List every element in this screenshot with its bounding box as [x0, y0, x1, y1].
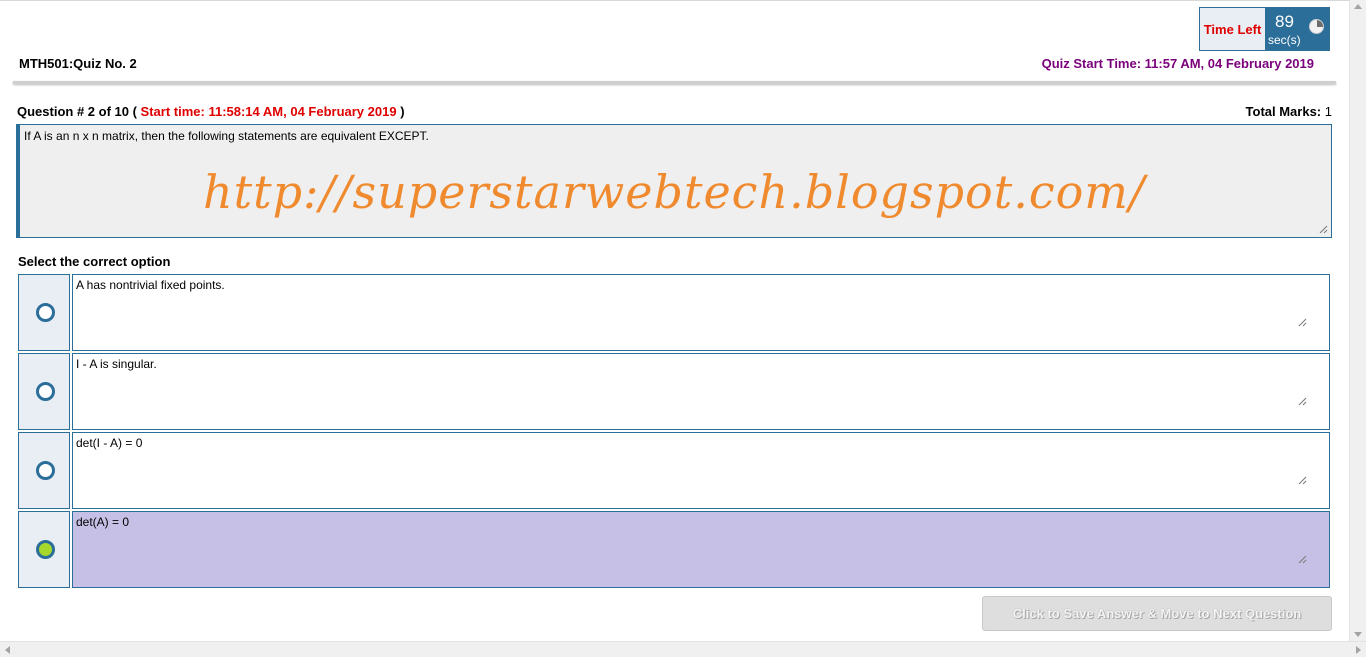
- time-left-seconds: 89: [1275, 12, 1294, 31]
- question-textarea[interactable]: If A is an n x n matrix, then the follow…: [16, 124, 1332, 238]
- resize-grip-icon[interactable]: [1298, 555, 1307, 564]
- option-radio-cell[interactable]: [18, 353, 70, 430]
- time-left-value-box: 89 sec(s): [1265, 8, 1329, 50]
- option-radio-cell[interactable]: [18, 432, 70, 509]
- horizontal-scrollbar[interactable]: [0, 641, 1366, 657]
- question-heading-close: ): [400, 104, 405, 119]
- option-textarea-2[interactable]: I - A is singular.: [72, 353, 1330, 430]
- resize-grip-icon[interactable]: [1319, 225, 1328, 234]
- option-text-4: det(A) = 0: [76, 515, 130, 529]
- scroll-down-arrow-icon[interactable]: [1354, 632, 1362, 637]
- resize-grip-icon[interactable]: [1298, 476, 1307, 485]
- option-radio-1[interactable]: [36, 303, 55, 322]
- option-textarea-3[interactable]: det(I - A) = 0: [72, 432, 1330, 509]
- option-textarea-1[interactable]: A has nontrivial fixed points.: [72, 274, 1330, 351]
- question-heading: Question # 2 of 10 ( Start time: 11:58:1…: [17, 104, 405, 119]
- option-radio-4-selected[interactable]: [36, 540, 55, 559]
- resize-grip-icon[interactable]: [1298, 397, 1307, 406]
- select-option-label: Select the correct option: [18, 254, 171, 269]
- save-and-next-button[interactable]: Click to Save Answer & Move to Next Ques…: [982, 596, 1332, 631]
- total-marks-label: Total Marks:: [1245, 104, 1322, 119]
- question-text: If A is an n x n matrix, then the follow…: [24, 129, 429, 143]
- option-text-2: I - A is singular.: [76, 357, 157, 371]
- total-marks-value: 1: [1324, 104, 1332, 119]
- option-textarea-4[interactable]: det(A) = 0: [72, 511, 1330, 588]
- scroll-up-arrow-icon[interactable]: [1354, 4, 1362, 9]
- option-radio-3[interactable]: [36, 461, 55, 480]
- resize-grip-icon[interactable]: [1298, 318, 1307, 327]
- option-text-3: det(I - A) = 0: [76, 436, 143, 450]
- scroll-left-arrow-icon[interactable]: [5, 646, 10, 654]
- quiz-start-time: Quiz Start Time: 11:57 AM, 04 February 2…: [1041, 56, 1314, 71]
- scroll-right-arrow-icon[interactable]: [1356, 646, 1361, 654]
- time-left-unit: sec(s): [1268, 33, 1301, 47]
- question-number: Question # 2 of 10 (: [17, 104, 137, 119]
- option-radio-cell[interactable]: [18, 511, 70, 588]
- watermark-text: http://superstarwebtech.blogspot.com/: [203, 165, 1146, 219]
- total-marks: Total Marks: 1: [1246, 104, 1332, 119]
- header-divider: [13, 81, 1336, 84]
- time-left-label: Time Left: [1200, 8, 1265, 50]
- question-start-time: Start time: 11:58:14 AM, 04 February 201…: [140, 104, 397, 119]
- option-row-2[interactable]: I - A is singular.: [18, 353, 1330, 430]
- clock-icon: [1309, 19, 1324, 34]
- time-left-widget: Time Left 89 sec(s): [1199, 7, 1330, 51]
- option-row-1[interactable]: A has nontrivial fixed points.: [18, 274, 1330, 351]
- quiz-page: Time Left 89 sec(s) MTH501:Quiz No. 2 Qu…: [0, 0, 1349, 641]
- option-row-3[interactable]: det(I - A) = 0: [18, 432, 1330, 509]
- option-text-1: A has nontrivial fixed points.: [76, 278, 225, 292]
- option-radio-2[interactable]: [36, 382, 55, 401]
- option-radio-cell[interactable]: [18, 274, 70, 351]
- quiz-title: MTH501:Quiz No. 2: [19, 56, 137, 71]
- option-row-4[interactable]: det(A) = 0: [18, 511, 1330, 588]
- vertical-scrollbar[interactable]: [1349, 0, 1366, 641]
